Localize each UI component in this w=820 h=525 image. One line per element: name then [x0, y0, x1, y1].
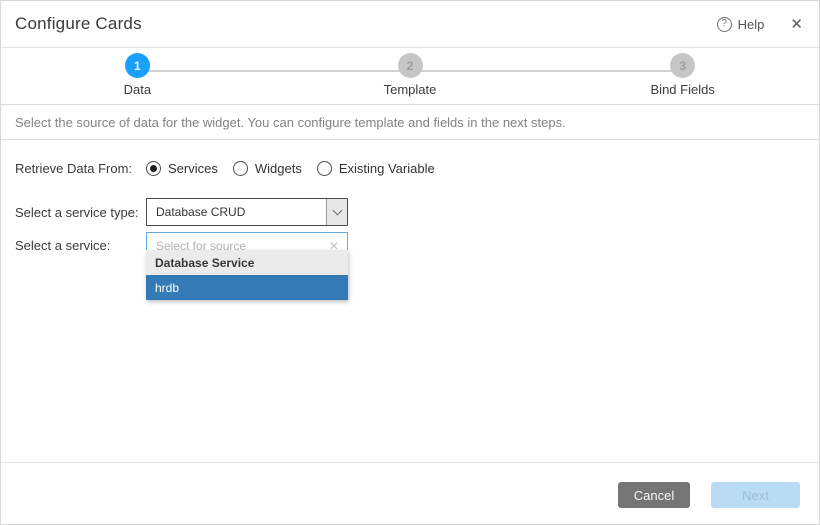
- service-label: Select a service:: [15, 238, 146, 253]
- step-connector: [410, 70, 546, 72]
- data-step-form: Retrieve Data From: Services Widgets Exi…: [1, 140, 819, 462]
- dialog-footer: Cancel Next: [1, 462, 819, 524]
- dropdown-item-hrdb[interactable]: hrdb: [146, 275, 348, 300]
- retrieve-data-row: Retrieve Data From: Services Widgets Exi…: [15, 158, 805, 178]
- step-data[interactable]: 1 Data: [1, 53, 274, 104]
- retrieve-data-label: Retrieve Data From:: [15, 161, 146, 176]
- help-label: Help: [738, 17, 765, 32]
- dropdown-group-header: Database Service: [146, 250, 348, 275]
- step-label: Data: [1, 82, 274, 97]
- step-description: Select the source of data for the widget…: [1, 105, 819, 140]
- close-icon[interactable]: ✕: [790, 17, 803, 32]
- cancel-button[interactable]: Cancel: [618, 482, 690, 508]
- step-connector: [137, 70, 273, 72]
- service-type-row: Select a service type: Database CRUD: [15, 198, 805, 226]
- service-type-select[interactable]: Database CRUD: [146, 198, 348, 226]
- radio-label: Widgets: [255, 161, 302, 176]
- service-dropdown-list: Database Service hrdb: [146, 250, 348, 300]
- step-circle: 2: [398, 53, 423, 78]
- step-label: Template: [274, 82, 547, 97]
- dialog-title: Configure Cards: [15, 14, 142, 34]
- radio-label: Existing Variable: [339, 161, 435, 176]
- radio-circle-icon: [317, 161, 332, 176]
- radio-circle-icon: [233, 161, 248, 176]
- step-template[interactable]: 2 Template: [274, 53, 547, 104]
- help-button[interactable]: ? Help: [717, 17, 765, 32]
- select-dropdown-button[interactable]: [326, 199, 347, 225]
- chevron-down-icon: [332, 206, 342, 216]
- service-type-value: Database CRUD: [147, 205, 326, 219]
- step-connector: [274, 70, 410, 72]
- service-type-label: Select a service type:: [15, 205, 146, 220]
- radio-circle-icon: [146, 161, 161, 176]
- help-icon: ?: [717, 17, 732, 32]
- step-connector: [546, 70, 682, 72]
- wizard-stepper: 1 Data 2 Template 3 Bind Fields: [1, 48, 819, 105]
- step-label: Bind Fields: [546, 82, 819, 97]
- radio-existing-variable[interactable]: Existing Variable: [317, 161, 435, 176]
- radio-label: Services: [168, 161, 218, 176]
- dialog-header: Configure Cards ? Help ✕: [1, 1, 819, 48]
- radio-widgets[interactable]: Widgets: [233, 161, 302, 176]
- configure-cards-dialog: Configure Cards ? Help ✕ 1 Data 2 Templa…: [0, 0, 820, 525]
- step-bind-fields[interactable]: 3 Bind Fields: [546, 53, 819, 104]
- service-row: Select a service: ✕: [15, 232, 805, 259]
- radio-services[interactable]: Services: [146, 161, 218, 176]
- next-button[interactable]: Next: [711, 482, 800, 508]
- step-circle: 3: [670, 53, 695, 78]
- step-circle: 1: [125, 53, 150, 78]
- retrieve-data-radio-group: Services Widgets Existing Variable: [146, 161, 450, 176]
